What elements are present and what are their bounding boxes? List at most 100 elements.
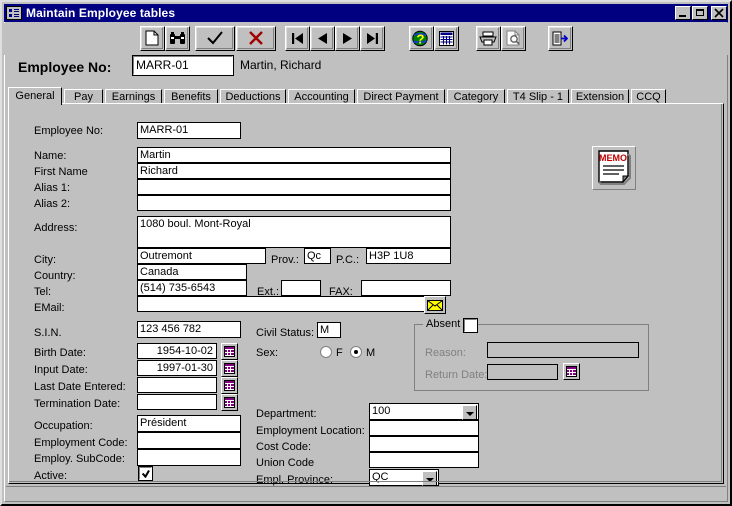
employment-code-input[interactable] xyxy=(137,432,241,449)
first-name-input[interactable]: Richard xyxy=(137,163,451,179)
employ-subcode-input[interactable] xyxy=(137,449,241,466)
empl-province-combo[interactable]: QC xyxy=(369,469,439,486)
new-record-button[interactable] xyxy=(140,26,165,51)
sin-label: S.I.N. xyxy=(34,327,62,339)
print-preview-button[interactable] xyxy=(501,26,526,51)
last-record-icon xyxy=(366,32,378,44)
ext-input[interactable] xyxy=(281,280,321,296)
absent-return-date-picker-button xyxy=(563,363,580,380)
last-date-entered-input[interactable] xyxy=(137,377,217,393)
email-input[interactable] xyxy=(137,296,425,312)
active-checkbox[interactable] xyxy=(139,467,152,480)
tab-earnings[interactable]: Earnings xyxy=(105,89,162,104)
address-input[interactable]: 1080 boul. Mont-Royal xyxy=(137,216,451,248)
city-input[interactable]: Outremont xyxy=(137,248,266,264)
last-record-button[interactable] xyxy=(360,26,385,51)
termination-date-label: Termination Date: xyxy=(34,398,121,410)
country-label: Country: xyxy=(34,270,76,282)
memo-button[interactable]: MEMO xyxy=(592,146,636,190)
tab-pay[interactable]: Pay xyxy=(64,89,103,104)
print-preview-icon xyxy=(506,30,520,46)
find-record-button[interactable] xyxy=(165,26,190,51)
exit-door-icon xyxy=(552,31,568,45)
exit-button[interactable] xyxy=(548,26,573,51)
sin-input[interactable]: 123 456 782 xyxy=(137,321,241,338)
tab-t4-slip-1[interactable]: T4 Slip - 1 xyxy=(507,89,569,104)
calendar-icon xyxy=(224,346,235,357)
tel-input[interactable]: (514) 735-6543 xyxy=(137,280,247,296)
union-code-input[interactable] xyxy=(369,452,479,468)
employment-code-label: Employment Code: xyxy=(34,437,128,449)
toolbar-group-file xyxy=(140,26,190,51)
city-label: City: xyxy=(34,254,56,266)
next-record-button[interactable] xyxy=(335,26,360,51)
window-controls xyxy=(674,6,728,20)
new-document-icon xyxy=(145,30,159,46)
help-button[interactable]: ? xyxy=(409,26,434,51)
tab-accounting[interactable]: Accounting xyxy=(288,89,355,104)
svg-text:?: ? xyxy=(417,31,425,46)
tab-ccq[interactable]: CCQ xyxy=(631,89,666,104)
chevron-down-icon[interactable] xyxy=(462,405,477,420)
globe-question-icon: ? xyxy=(412,30,428,46)
tab-benefits[interactable]: Benefits xyxy=(164,89,218,104)
first-record-button[interactable] xyxy=(285,26,310,51)
previous-record-button[interactable] xyxy=(310,26,335,51)
close-button[interactable] xyxy=(711,6,727,20)
binoculars-icon xyxy=(169,31,185,44)
red-x-icon xyxy=(248,31,263,45)
occupation-label: Occupation: xyxy=(34,420,93,432)
cost-code-input[interactable] xyxy=(369,436,479,452)
employee-no-header-input[interactable]: MARR-01 xyxy=(132,55,234,76)
department-combo[interactable]: 100 xyxy=(369,403,479,420)
chevron-down-icon[interactable] xyxy=(422,471,437,486)
application-window: Maintain Employee tables ? Employee No: … xyxy=(0,0,732,506)
tab-category[interactable]: Category xyxy=(447,89,505,104)
employee-display-name: Martin, Richard xyxy=(240,58,322,72)
name-input[interactable]: Martin xyxy=(137,147,451,163)
minimize-button[interactable] xyxy=(675,6,691,20)
calculator-button[interactable] xyxy=(434,26,459,51)
employment-location-label: Employment Location: xyxy=(256,425,365,437)
tab-direct-payment[interactable]: Direct Payment xyxy=(357,89,445,104)
last-date-entered-picker-button[interactable] xyxy=(221,377,238,394)
cost-code-label: Cost Code: xyxy=(256,441,312,453)
print-button[interactable] xyxy=(476,26,501,51)
delete-button[interactable] xyxy=(236,26,276,51)
tab-general[interactable]: General xyxy=(8,87,62,105)
employee-no-header-label: Employee No: xyxy=(18,59,112,75)
postal-code-input[interactable]: H3P 1U8 xyxy=(366,248,451,264)
title-bar[interactable]: Maintain Employee tables xyxy=(4,4,728,22)
maximize-button[interactable] xyxy=(692,6,708,20)
input-date-picker-button[interactable] xyxy=(221,360,238,377)
fax-input[interactable] xyxy=(361,280,451,296)
alias2-input[interactable] xyxy=(137,195,451,211)
birth-date-input[interactable]: 1954-10-02 xyxy=(137,343,217,359)
prov-input[interactable]: Qc xyxy=(304,248,331,264)
occupation-input[interactable]: Président xyxy=(137,415,241,432)
empl-province-combo-value: QC xyxy=(372,471,389,483)
tab-deductions[interactable]: Deductions xyxy=(220,89,286,104)
department-combo-value: 100 xyxy=(372,405,391,417)
country-input[interactable]: Canada xyxy=(137,264,247,280)
accept-button[interactable] xyxy=(195,26,235,51)
employee-no-input[interactable]: MARR-01 xyxy=(137,122,241,139)
tab-extension[interactable]: Extension xyxy=(571,89,629,104)
civil-status-input[interactable]: M xyxy=(317,322,341,338)
calendar-icon xyxy=(224,397,235,408)
absent-checkbox[interactable] xyxy=(464,319,477,332)
toolbar-group-exit xyxy=(548,26,573,51)
toolbar-group-print xyxy=(476,26,526,51)
employment-location-input[interactable] xyxy=(369,420,479,436)
termination-date-picker-button[interactable] xyxy=(221,394,238,411)
memo-button-text: MEMO xyxy=(599,153,627,163)
alias1-input[interactable] xyxy=(137,179,451,195)
input-date-input[interactable]: 1997-01-30 xyxy=(137,360,217,376)
sex-radio-m[interactable] xyxy=(350,346,362,358)
address-label: Address: xyxy=(34,222,78,234)
email-send-button[interactable] xyxy=(424,296,446,314)
birth-date-picker-button[interactable] xyxy=(221,343,238,360)
calendar-icon xyxy=(224,363,235,374)
termination-date-input[interactable] xyxy=(137,394,217,410)
sex-radio-f[interactable] xyxy=(320,346,332,358)
